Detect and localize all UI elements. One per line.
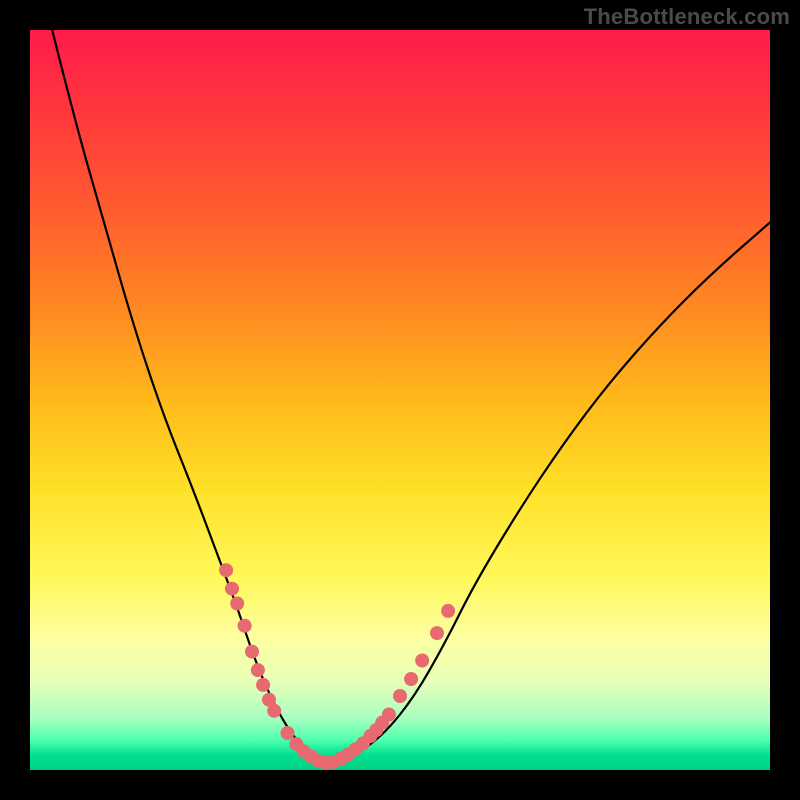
highlight-dot — [404, 672, 418, 686]
highlight-dot — [251, 663, 265, 677]
highlight-dot — [382, 708, 396, 722]
highlight-dot — [230, 597, 244, 611]
highlight-dot — [219, 563, 233, 577]
highlight-dot — [267, 704, 281, 718]
highlight-dot — [430, 626, 444, 640]
plot-area — [30, 30, 770, 770]
bottleneck-curve — [52, 30, 770, 761]
highlight-dots — [219, 563, 455, 769]
highlight-dot — [281, 726, 295, 740]
curve-overlay — [30, 30, 770, 770]
watermark-text: TheBottleneck.com — [584, 4, 790, 30]
chart-container: TheBottleneck.com — [0, 0, 800, 800]
highlight-dot — [256, 678, 270, 692]
highlight-dot — [245, 645, 259, 659]
highlight-dot — [415, 654, 429, 668]
highlight-dot — [393, 689, 407, 703]
highlight-dot — [441, 604, 455, 618]
highlight-dot — [238, 619, 252, 633]
highlight-dot — [225, 582, 239, 596]
